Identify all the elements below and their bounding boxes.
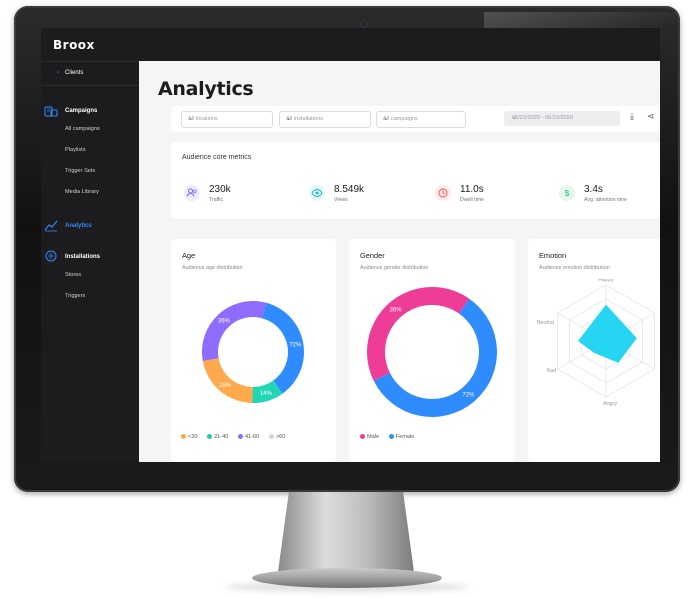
chevron-down-icon: ⌄ [383, 116, 389, 122]
main-content: Analytics All locations ⌄ All installati… [139, 61, 660, 462]
core-metrics-card: Audience core metrics 230k Traffic 8.549… [171, 142, 660, 219]
sidebar-item-playlists[interactable]: Playlists [65, 147, 86, 153]
slice-label: 28% [219, 383, 232, 389]
legend-item[interactable]: Male [360, 434, 379, 440]
svg-text:$: $ [565, 189, 570, 198]
sidebar-item-stores[interactable]: Stores [65, 272, 81, 278]
age-card-title: Age [182, 251, 196, 260]
slice-label: 72% [289, 342, 302, 348]
metric-label: Views [334, 197, 348, 203]
gender-card: Gender Audience gender distribution 72% 3… [349, 239, 515, 462]
camera-dot [361, 21, 367, 27]
core-metrics-title: Audience core metrics [182, 154, 252, 161]
legend-label: Male [367, 434, 380, 440]
gender-legend: Male Female [360, 434, 422, 440]
legend-label: 21-40 [214, 434, 229, 440]
monitor-stand-neck [278, 492, 414, 572]
slice-label: 36% [390, 307, 403, 313]
sidebar-divider [41, 85, 139, 86]
chevron-down-icon: ⌄ [286, 116, 292, 122]
gender-card-subtitle: Audience gender distribution [360, 265, 429, 271]
emotion-card-subtitle: Audience emotion distribution [539, 265, 610, 271]
sidebar-item-analytics[interactable]: Analytics [65, 223, 92, 229]
brand-logo[interactable]: Broox [53, 38, 95, 52]
app-screen: Broox ‹ Clients Campaigns All campaigns P… [41, 28, 660, 462]
sidebar-item-installations[interactable]: Installations [65, 254, 100, 260]
legend-dot [181, 434, 186, 440]
donut-slice[interactable] [367, 287, 470, 381]
radar-axis-label: Angry [603, 401, 617, 407]
radar-axis-label: Happy [598, 279, 614, 283]
locations-dropdown[interactable]: All locations ⌄ [181, 111, 273, 128]
legend-label: 41-60 [244, 434, 260, 440]
legend-label: Female [395, 434, 415, 440]
sidebar-item-trigger-sets[interactable]: Trigger Sets [65, 168, 95, 174]
age-legend: <20 21-40 41-60 >60 [181, 434, 293, 440]
legend-item[interactable]: Female [388, 434, 415, 440]
eye-icon [309, 185, 325, 201]
sidebar-item-media-library[interactable]: Media Library [65, 189, 99, 195]
age-donut-chart: 72% 14% 28% 36% [202, 301, 304, 403]
people-icon [184, 185, 200, 201]
metric-label: Avg. attention time [584, 197, 627, 203]
legend-dot [207, 434, 213, 440]
slice-label: 36% [218, 318, 231, 324]
date-range-picker[interactable]: 06/22/2020 - 06/22/2020 ⌄ [504, 111, 620, 126]
radar-area[interactable] [578, 304, 637, 372]
chevron-left-icon: ‹ [57, 70, 59, 76]
analytics-icon [44, 220, 58, 232]
metric-value: 230k [209, 184, 231, 195]
metric-value: 3.4s [584, 184, 603, 195]
gender-card-title: Gender [360, 251, 385, 260]
metric-value: 11.0s [460, 184, 484, 195]
back-label: Clients [65, 70, 84, 76]
page-title: Analytics [158, 78, 254, 100]
sidebar-item-campaigns[interactable]: Campaigns [65, 108, 97, 114]
emotion-radar-chart: Happy Neutral Sad Angry [537, 279, 655, 407]
dollar-icon: $ [559, 185, 575, 201]
age-card-subtitle: Audience age distribution [182, 265, 243, 271]
monitor-stand-base [252, 568, 442, 588]
top-bar: Broox [41, 28, 660, 61]
installations-icon [45, 250, 57, 262]
legend-label: <20 [188, 434, 198, 440]
clock-icon [435, 185, 451, 201]
radar-axis-label: Neutral [537, 320, 554, 326]
slice-label: 14% [260, 391, 273, 397]
legend-dot [268, 434, 274, 440]
donut-slice[interactable] [202, 358, 253, 403]
download-icon[interactable]: ⤓ [630, 111, 634, 122]
chevron-down-icon: ⌄ [188, 116, 194, 122]
campaigns-dropdown[interactable]: All campaigns ⌄ [376, 111, 466, 128]
legend-label: >60 [275, 434, 286, 440]
legend-item[interactable]: 21-40 [207, 434, 228, 440]
metric-label: Traffic [209, 197, 224, 203]
gender-donut-chart: 72% 36% [367, 287, 497, 417]
legend-item[interactable]: 41-60 [237, 434, 260, 440]
chevron-down-icon: ⌄ [512, 115, 518, 121]
filter-bar: All locations ⌄ All installations ⌄ All … [171, 106, 660, 132]
slice-label: 72% [462, 393, 475, 399]
emotion-card-title: Emotion [539, 251, 567, 260]
legend-dot [388, 434, 394, 440]
legend-dot [237, 434, 243, 440]
metric-label: Dwell time [460, 197, 484, 203]
back-to-clients-link[interactable]: ‹ Clients [57, 70, 83, 76]
installations-dropdown[interactable]: All installations ⌄ [279, 111, 371, 128]
emotion-card: Emotion Audience emotion distribution Ha… [528, 239, 660, 462]
share-icon[interactable]: ⋖ [647, 111, 655, 122]
campaigns-icon [44, 106, 58, 117]
radar-axis-label: Sad [546, 368, 556, 374]
legend-item[interactable]: <20 [181, 434, 198, 440]
age-card: Age Audience age distribution 72% 14% 28% 3… [171, 239, 336, 462]
sidebar-item-triggers[interactable]: Triggers [65, 293, 85, 299]
sidebar-item-all-campaigns[interactable]: All campaigns [65, 126, 100, 132]
donut-slice[interactable] [202, 301, 267, 362]
sidebar: ‹ Clients Campaigns All campaigns Playlis… [41, 61, 139, 462]
metric-value: 8.549k [334, 184, 365, 195]
legend-dot [360, 434, 365, 440]
legend-item[interactable]: >60 [268, 434, 286, 440]
